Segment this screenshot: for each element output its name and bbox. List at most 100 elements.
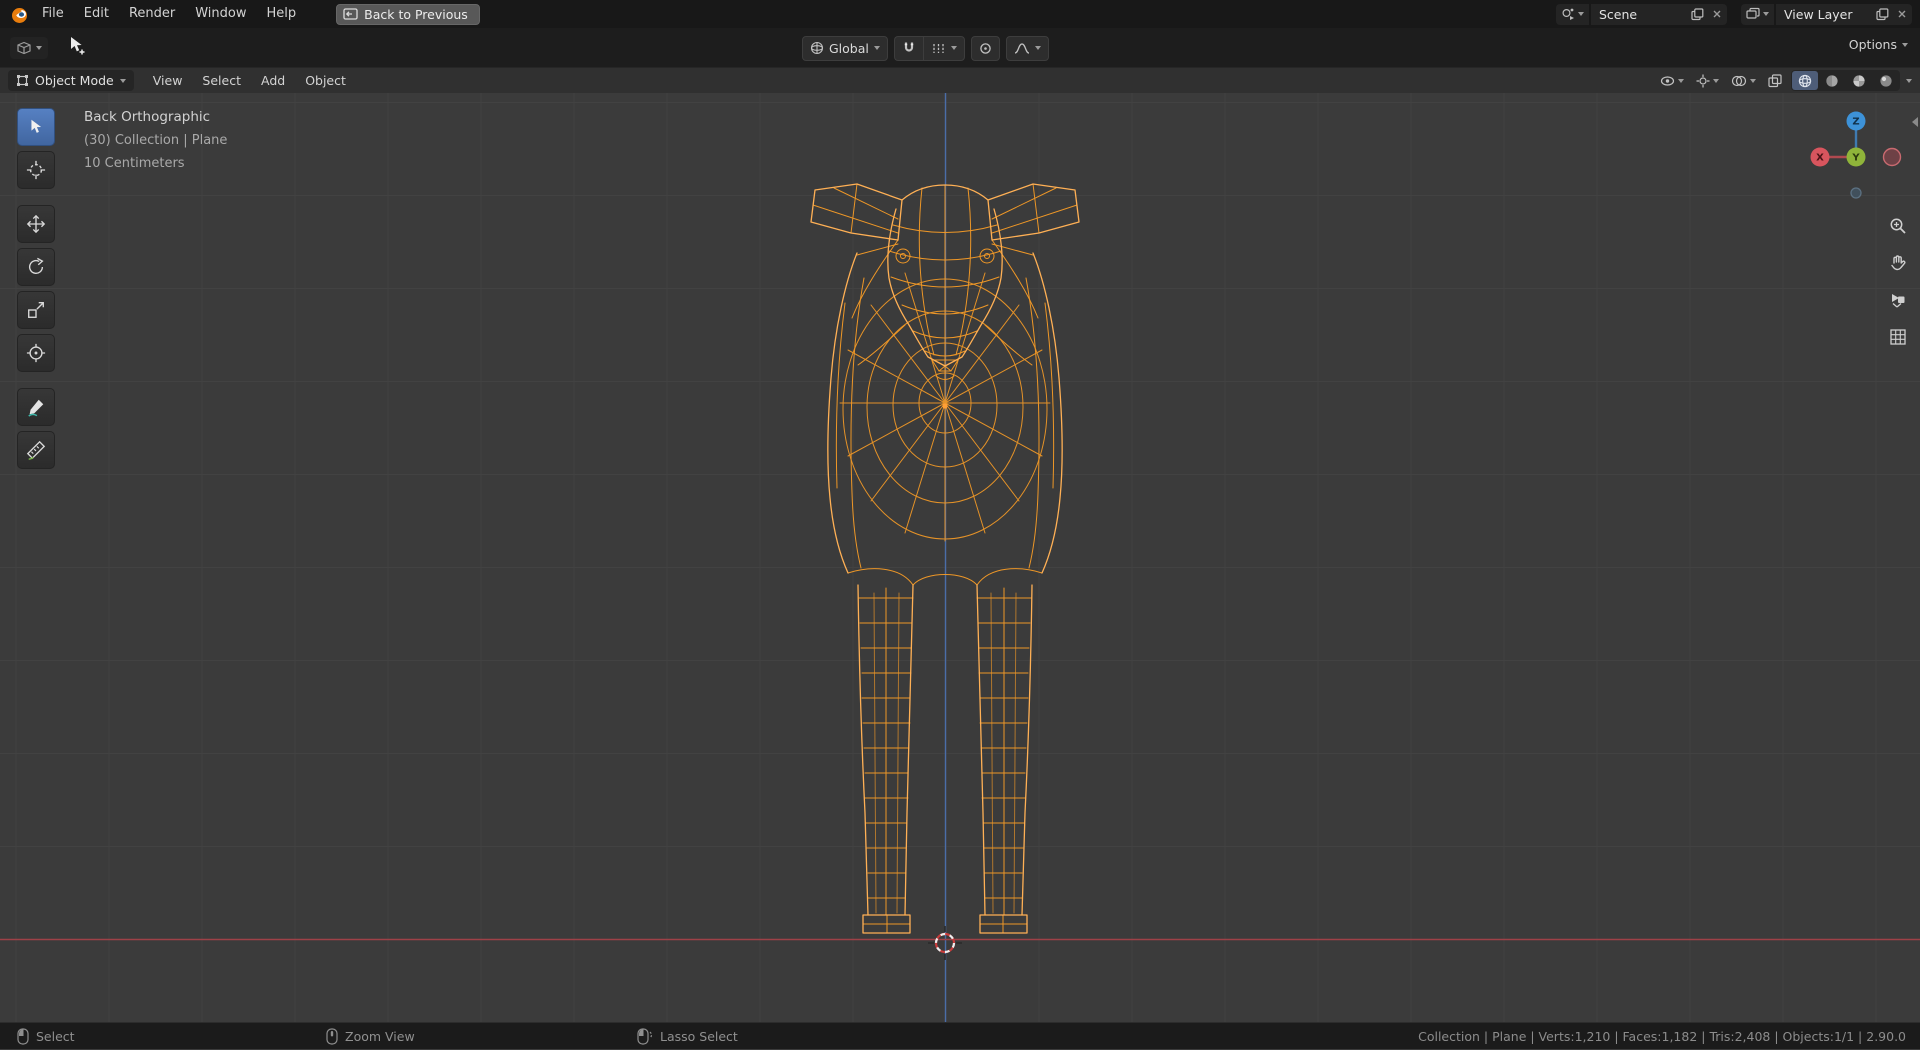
snap-increment-icon [933,43,944,53]
tool-measure-button[interactable] [17,431,55,469]
annotate-pencil-icon [28,399,44,417]
view-layer-browse-button[interactable] [1741,3,1774,25]
tool-annotate-button[interactable] [17,388,55,426]
blender-logo-icon[interactable] [8,3,30,25]
material-shading-icon [1853,74,1865,87]
menu-help[interactable]: Help [257,0,307,28]
viewport-nav-buttons [1885,213,1911,350]
axis-z-label: Z [1852,117,1859,128]
scene-name-field[interactable]: Scene [1591,3,1727,25]
axis-y-label: Y [1851,153,1860,164]
scene-browse-button[interactable] [1556,3,1589,25]
snap-settings-dropdown[interactable] [922,35,965,61]
show-overlays-dropdown[interactable] [1728,73,1759,89]
tool-shelf [17,108,55,469]
viewport-canvas[interactable] [0,93,1920,1022]
eye-icon [1660,75,1675,86]
shading-wireframe-button[interactable] [1792,71,1818,90]
shading-solid-button[interactable] [1819,71,1845,90]
scene-new-button[interactable] [1687,4,1707,25]
pan-view-button[interactable] [1885,250,1911,276]
proportional-editing-icon [980,42,991,54]
proportional-editing-toggle[interactable] [970,35,1000,61]
orientation-global-icon [810,41,824,55]
magnet-icon [904,42,914,52]
chevron-down-icon [873,46,880,50]
viewport-header-right [1657,70,1912,91]
view-layer-name-field[interactable]: View Layer [1776,3,1912,25]
grid-scale-text: 10 Centimeters [84,156,185,171]
menu-add[interactable]: Add [252,68,294,93]
view-name-text: Back Orthographic [84,109,211,125]
tool-move-button[interactable] [17,205,55,243]
viewport-3d[interactable]: Back Orthographic (30) Collection | Plan… [0,93,1920,1022]
menu-object[interactable]: Object [296,68,355,93]
falloff-curve-icon [1014,42,1030,54]
xray-icon [1768,73,1782,87]
scene-icon [1562,8,1574,20]
chevron-down-icon [1578,12,1584,16]
tool-scale-button[interactable] [17,291,55,329]
snap-toggle-button[interactable] [893,35,923,61]
tool-shelf-gap [17,377,55,383]
shading-material-button[interactable] [1846,71,1872,90]
rendered-shading-icon [1880,74,1892,87]
close-icon [1713,10,1721,18]
mode-dropdown[interactable]: Object Mode [8,70,134,91]
shading-options-chevron-icon[interactable] [1906,78,1912,83]
zoom-icon [1890,218,1906,234]
camera-view-button[interactable] [1885,287,1911,313]
transform-tool-icon [26,343,46,363]
show-gizmo-dropdown[interactable] [1693,72,1722,90]
grid-ortho-icon [1890,329,1906,345]
hint-lasso-label: Lasso Select [660,1029,738,1044]
tool-rotate-button[interactable] [17,248,55,286]
view-layer-name-text: View Layer [1784,6,1853,22]
tool-select-tweak-button[interactable] [17,108,55,146]
options-dropdown[interactable]: Options [1849,37,1908,52]
proportional-falloff-dropdown[interactable] [1005,35,1049,61]
axis-z-negative-ball[interactable] [1850,187,1862,199]
menu-render[interactable]: Render [119,0,185,28]
overlays-icon [1731,75,1747,86]
editor-type-button[interactable] [10,36,48,59]
active-tool-indicator [66,35,88,61]
scene-block: Scene [1556,3,1727,25]
tool-transform-button[interactable] [17,334,55,372]
viewport-info-overlay: Back Orthographic (30) Collection | Plan… [84,106,227,175]
editor-3d-viewport-icon [17,41,31,54]
duplicate-icon [1690,7,1703,20]
scene-unlink-button[interactable] [1707,4,1727,25]
chevron-down-icon [119,78,126,83]
transform-orientation-label: Global [829,40,869,56]
object-origin-dot [942,403,948,409]
back-to-previous-button[interactable]: Back to Previous [336,3,480,25]
tool-cursor-button[interactable] [17,151,55,189]
axis-x-negative-ball[interactable] [1882,147,1902,167]
mouse-left-drag-icon [637,1028,653,1045]
object-visibility-dropdown[interactable] [1657,73,1687,89]
top-menu-bar: File Edit Render Window Help Back to Pre… [0,0,1920,28]
hint-zoom-label: Zoom View [345,1029,415,1044]
view-layer-block: View Layer [1741,3,1912,25]
chevron-down-icon [950,46,957,50]
tool-settings-bar: Global Options [0,28,1920,67]
view-layer-remove-button[interactable] [1892,4,1912,25]
region-toggle-arrow[interactable] [1912,117,1918,127]
navigation-axis-gizmo[interactable]: Z X Y [1806,107,1906,207]
view-layer-new-button[interactable] [1872,4,1892,25]
scene-name-text: Scene [1599,6,1638,22]
toggle-ortho-button[interactable] [1885,324,1911,350]
mouse-middle-icon [326,1028,338,1045]
chevron-down-icon [1713,78,1719,83]
menu-window[interactable]: Window [185,0,256,28]
chevron-down-icon [36,45,42,50]
menu-select[interactable]: Select [193,68,250,93]
zoom-view-button[interactable] [1885,213,1911,239]
shading-rendered-button[interactable] [1873,71,1899,90]
menu-file[interactable]: File [32,0,74,28]
transform-orientation-dropdown[interactable]: Global [802,35,888,61]
menu-view[interactable]: View [144,68,192,93]
toggle-xray-button[interactable] [1765,72,1785,90]
menu-edit[interactable]: Edit [74,0,119,28]
